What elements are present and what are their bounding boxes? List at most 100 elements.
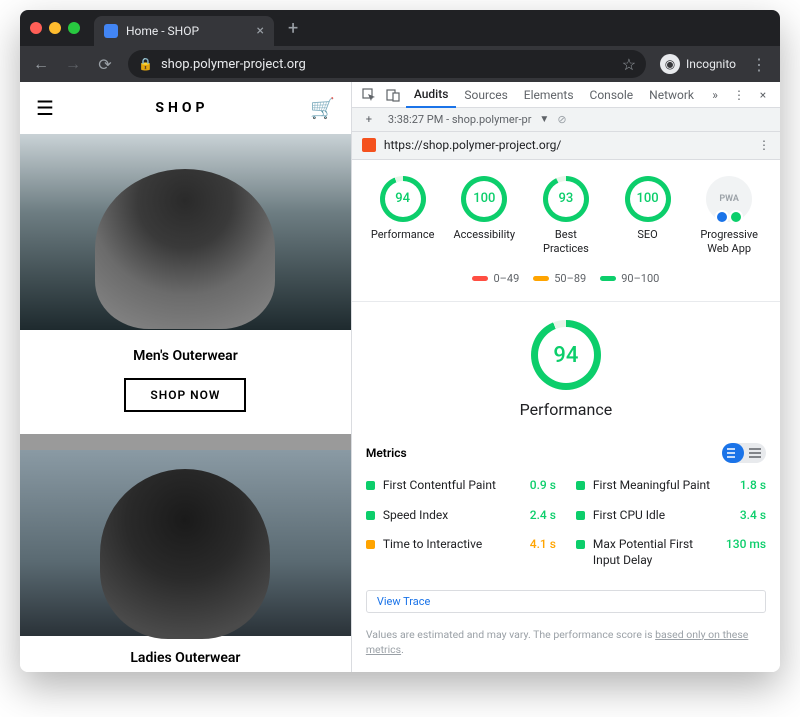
devtools-tabbar: AuditsSourcesElementsConsoleNetwork » ⋮ … <box>352 82 780 108</box>
devtools-menu-icon[interactable]: ⋮ <box>728 84 750 106</box>
score-legend: 0–49 50–89 90–100 <box>352 264 780 301</box>
hero-caption-mens: Men's Outerwear SHOP NOW <box>20 330 351 434</box>
favicon-icon <box>104 24 118 38</box>
incognito-indicator[interactable]: ◉ Incognito <box>654 54 742 74</box>
audit-run-label[interactable]: 3:38:27 PM - shop.polymer-pr <box>388 113 532 126</box>
hero-image-mens <box>20 134 351 330</box>
inspect-element-icon[interactable] <box>358 84 380 106</box>
metrics-view-expanded-icon <box>744 443 766 463</box>
cart-icon[interactable]: 🛒 <box>310 96 335 120</box>
gauge-label: Accessibility <box>451 228 517 242</box>
bookmark-star-icon[interactable]: ☆ <box>622 55 636 74</box>
window-controls <box>30 22 86 34</box>
legend-range: 90–100 <box>621 272 659 285</box>
gauge-ring: 94 <box>380 176 426 222</box>
metric-value: 3.4 s <box>740 508 766 522</box>
metric-status-dot <box>366 511 375 520</box>
metric-status-dot <box>576 511 585 520</box>
devtools-tab-elements[interactable]: Elements <box>516 82 582 108</box>
metric-value: 4.1 s <box>530 537 556 551</box>
metric-name: Max Potential First Input Delay <box>593 537 718 568</box>
legend-swatch <box>600 276 616 281</box>
metric-row: Time to Interactive4.1 s <box>366 530 556 575</box>
legend-item: 50–89 <box>533 272 586 285</box>
lock-icon: 🔒 <box>138 57 153 71</box>
gauge-ring: 100 <box>625 176 671 222</box>
chrome-menu-button[interactable]: ⋮ <box>744 49 774 79</box>
metrics-view-toggle[interactable] <box>722 443 766 463</box>
metric-status-dot <box>366 481 375 490</box>
audit-url-row: https://shop.polymer-project.org/ ⋮ <box>352 132 780 160</box>
device-toolbar-icon[interactable] <box>382 84 404 106</box>
more-tabs-icon[interactable]: » <box>704 84 726 106</box>
maximize-window-button[interactable] <box>68 22 80 34</box>
shop-header: ☰ SHOP 🛒 <box>20 82 351 134</box>
legend-swatch <box>472 276 488 281</box>
metrics-view-compact-icon <box>722 443 744 463</box>
audits-subbar: + 3:38:27 PM - shop.polymer-pr ▼ ⊘ <box>352 108 780 132</box>
new-tab-button[interactable]: + <box>288 18 298 39</box>
gauge-accessibility[interactable]: 100 Accessibility <box>451 176 517 257</box>
shop-brand: SHOP <box>155 100 208 116</box>
metric-name: Speed Index <box>383 508 522 524</box>
viewport: ☰ SHOP 🛒 Men's Outerwear SHOP NOW Ladies… <box>20 82 780 672</box>
pwa-gauge-ring: PWA <box>706 176 752 222</box>
gauge-score: 93 <box>543 176 589 222</box>
address-bar[interactable]: 🔒 shop.polymer-project.org ☆ <box>128 50 646 78</box>
gauge-label: Best Practices <box>533 228 599 257</box>
score-gauges: 94Performance 100 Accessibility 93 Best Prac… <box>352 160 780 265</box>
legend-range: 50–89 <box>554 272 586 285</box>
browser-toolbar: ← → ⟳ 🔒 shop.polymer-project.org ☆ ◉ Inc… <box>20 46 780 82</box>
metric-status-dot <box>576 481 585 490</box>
back-button[interactable]: ← <box>26 49 56 79</box>
gauge-score: 100 <box>625 176 671 222</box>
devtools-tab-console[interactable]: Console <box>582 82 642 108</box>
close-devtools-button[interactable]: × <box>752 84 774 106</box>
new-audit-button[interactable]: + <box>358 108 380 130</box>
metric-row: Max Potential First Input Delay 130 ms <box>576 530 766 575</box>
devtools-tab-audits[interactable]: Audits <box>406 82 457 108</box>
gauge-score: 100 <box>461 176 507 222</box>
metric-status-dot <box>366 540 375 549</box>
window-titlebar: Home - SHOP × + <box>20 10 780 46</box>
gauge-best-practices[interactable]: 93 Best Practices <box>533 176 599 257</box>
close-window-button[interactable] <box>30 22 42 34</box>
hero-image-ladies <box>20 434 351 636</box>
legend-range: 0–49 <box>493 272 519 285</box>
minimize-window-button[interactable] <box>49 22 61 34</box>
gauge-score: 94 <box>380 176 426 222</box>
incognito-icon: ◉ <box>660 54 680 74</box>
metrics-disclaimer: Values are estimated and may vary. The p… <box>352 623 780 673</box>
shop-now-button[interactable]: SHOP NOW <box>124 378 246 412</box>
metric-value: 130 ms <box>726 537 766 551</box>
gauge-seo[interactable]: 100 SEO <box>615 176 681 257</box>
metrics-heading: Metrics <box>366 446 407 460</box>
audit-dropdown-icon[interactable]: ▼ <box>539 114 549 125</box>
reload-button[interactable]: ⟳ <box>90 49 120 79</box>
browser-tab[interactable]: Home - SHOP × <box>94 16 274 46</box>
performance-score: 94 <box>531 320 601 390</box>
gauge-pwa[interactable]: PWAProgressive Web App <box>696 176 762 257</box>
view-trace-button[interactable]: View Trace <box>366 590 766 613</box>
devtools-tab-network[interactable]: Network <box>641 82 702 108</box>
metric-status-dot <box>576 540 585 549</box>
devtools-tab-sources[interactable]: Sources <box>456 82 515 108</box>
metric-name: First Meaningful Paint <box>593 478 732 494</box>
metrics-grid: First Contentful Paint0.9 sFirst Meaning… <box>352 471 780 585</box>
metric-row: First Meaningful Paint1.8 s <box>576 471 766 501</box>
hero-caption-ladies: Ladies Outerwear <box>20 636 351 672</box>
url-text: shop.polymer-project.org <box>161 57 306 72</box>
hamburger-icon[interactable]: ☰ <box>36 96 54 120</box>
clear-audits-icon[interactable]: ⊘ <box>557 113 566 126</box>
metric-name: First CPU Idle <box>593 508 732 524</box>
gauge-label: SEO <box>615 228 681 242</box>
metric-value: 2.4 s <box>530 508 556 522</box>
gauge-performance[interactable]: 94Performance <box>370 176 436 257</box>
forward-button[interactable]: → <box>58 49 88 79</box>
legend-item: 90–100 <box>600 272 659 285</box>
audit-url-menu-icon[interactable]: ⋮ <box>758 138 770 152</box>
close-tab-button[interactable]: × <box>257 23 264 39</box>
gauge-ring: 100 <box>461 176 507 222</box>
performance-label: Performance <box>352 400 780 419</box>
metric-row: First CPU Idle 3.4 s <box>576 501 766 531</box>
